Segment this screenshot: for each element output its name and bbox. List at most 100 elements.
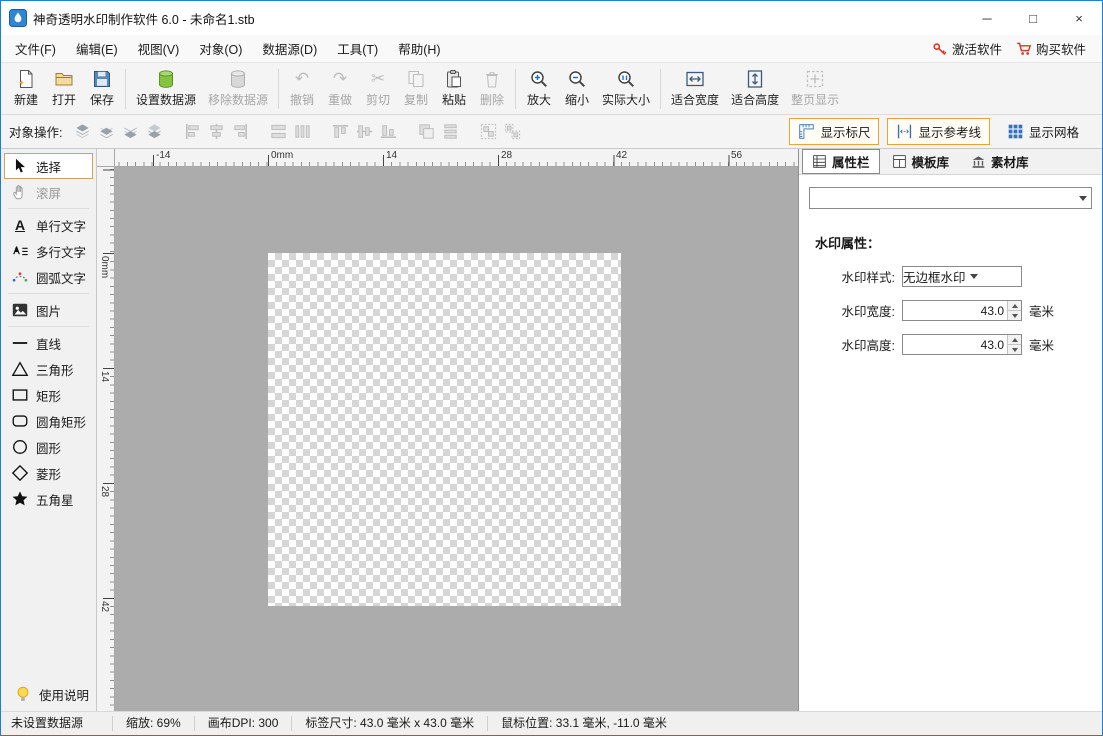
group-icon[interactable] bbox=[476, 120, 500, 144]
actual-size-button[interactable]: 实际大小 bbox=[596, 66, 656, 112]
tool-pan[interactable]: 滚屏 bbox=[4, 179, 93, 205]
delete-button[interactable]: 删除 bbox=[473, 66, 511, 112]
ruler-corner bbox=[97, 149, 115, 167]
toolbar-separator bbox=[278, 69, 279, 109]
ruler-label: 56 bbox=[731, 150, 742, 161]
watermark-width-spinner[interactable]: 43.0 bbox=[902, 300, 1022, 321]
paste-button[interactable]: 粘贴 bbox=[435, 66, 473, 112]
purchase-software-link[interactable]: 购买软件 bbox=[1016, 39, 1086, 58]
full-page-button[interactable]: 整页显示 bbox=[785, 66, 845, 112]
tab-properties[interactable]: 属性栏 bbox=[802, 149, 880, 174]
toolbox-separator bbox=[8, 208, 89, 209]
tool-single-line-text[interactable]: A 单行文字 bbox=[4, 212, 93, 238]
tool-diamond[interactable]: 菱形 bbox=[4, 460, 93, 486]
layer-down-icon[interactable] bbox=[118, 120, 142, 144]
align-center-horizontal-icon[interactable] bbox=[204, 120, 228, 144]
zoom-out-icon bbox=[567, 69, 587, 89]
distribute-vertical-icon[interactable] bbox=[438, 120, 462, 144]
menu-file[interactable]: 文件(F) bbox=[5, 35, 66, 62]
maximize-button[interactable]: □ bbox=[1010, 1, 1056, 35]
layer-bottom-icon[interactable] bbox=[142, 120, 166, 144]
single-text-icon: A bbox=[10, 215, 30, 235]
watermark-width-row: 水印宽度: 43.0 毫米 bbox=[809, 300, 1092, 321]
show-grid-toggle[interactable]: 显示网格 bbox=[998, 118, 1088, 145]
menu-object[interactable]: 对象(O) bbox=[189, 35, 252, 62]
tool-line[interactable]: 直线 bbox=[4, 330, 93, 356]
open-folder-icon bbox=[54, 69, 74, 89]
tool-image[interactable]: 图片 bbox=[4, 297, 93, 323]
chevron-down-icon[interactable] bbox=[1074, 188, 1091, 208]
activate-software-link[interactable]: 激活软件 bbox=[932, 39, 1002, 58]
watermark-artboard[interactable] bbox=[268, 253, 621, 606]
watermark-height-spinner[interactable]: 43.0 bbox=[902, 334, 1022, 355]
show-ruler-toggle[interactable]: 显示标尺 bbox=[789, 118, 879, 145]
fit-height-button[interactable]: 适合高度 bbox=[725, 66, 785, 112]
set-datasource-button[interactable]: 设置数据源 bbox=[130, 66, 202, 112]
remove-datasource-button[interactable]: 移除数据源 bbox=[202, 66, 274, 112]
show-guides-toggle[interactable]: 显示参考线 bbox=[887, 118, 990, 145]
object-selector-combobox[interactable] bbox=[809, 187, 1092, 209]
align-right-icon[interactable] bbox=[228, 120, 252, 144]
align-left-icon[interactable] bbox=[180, 120, 204, 144]
width-value[interactable]: 43.0 bbox=[903, 301, 1007, 320]
tool-select[interactable]: 选择 bbox=[4, 153, 93, 179]
copy-button[interactable]: 复制 bbox=[397, 66, 435, 112]
menu-help[interactable]: 帮助(H) bbox=[388, 35, 450, 62]
undo-button[interactable]: ↶ 撤销 bbox=[283, 66, 321, 112]
spin-down-button[interactable] bbox=[1008, 345, 1021, 354]
status-dpi: 画布DPI: 300 bbox=[195, 716, 293, 731]
tab-templates[interactable]: 模板库 bbox=[882, 149, 960, 174]
tool-rounded-rectangle[interactable]: 圆角矩形 bbox=[4, 408, 93, 434]
distribute-horizontal-icon[interactable] bbox=[290, 120, 314, 144]
grid-icon bbox=[1007, 123, 1024, 140]
tool-arc-text[interactable]: 圆弧文字 bbox=[4, 264, 93, 290]
zoom-out-button[interactable]: 缩小 bbox=[558, 66, 596, 112]
menu-datasource[interactable]: 数据源(D) bbox=[252, 35, 327, 62]
ungroup-icon[interactable] bbox=[500, 120, 524, 144]
ruler-label: -14 bbox=[156, 150, 170, 161]
canvas[interactable] bbox=[115, 167, 798, 711]
ruler-major-ticks bbox=[115, 155, 798, 166]
watermark-style-dropdown[interactable]: 无边框水印 bbox=[902, 266, 1022, 287]
clipboard-paste-icon bbox=[444, 69, 464, 89]
template-icon bbox=[892, 154, 907, 169]
object-operations-label: 对象操作: bbox=[9, 122, 62, 141]
same-size-icon[interactable] bbox=[414, 120, 438, 144]
align-middle-icon[interactable] bbox=[352, 120, 376, 144]
minimize-button[interactable]: ─ bbox=[964, 1, 1010, 35]
align-bottom-icon[interactable] bbox=[376, 120, 400, 144]
tool-multi-line-text[interactable]: 多行文字 bbox=[4, 238, 93, 264]
tool-star[interactable]: 五角星 bbox=[4, 486, 93, 512]
tool-rectangle[interactable]: 矩形 bbox=[4, 382, 93, 408]
horizontal-ruler: -14 0mm 14 28 42 56 bbox=[115, 149, 798, 167]
canvas-area: -14 0mm 14 28 42 56 0mm 14 28 42 bbox=[97, 149, 798, 711]
help-button[interactable]: 使用说明 bbox=[7, 681, 90, 707]
spin-up-button[interactable] bbox=[1008, 301, 1021, 311]
status-datasource: 未设置数据源 bbox=[1, 716, 113, 731]
new-button[interactable]: 新建 bbox=[7, 66, 45, 112]
align-top-icon[interactable] bbox=[328, 120, 352, 144]
menu-tools[interactable]: 工具(T) bbox=[327, 35, 388, 62]
cut-button[interactable]: ✂ 剪切 bbox=[359, 66, 397, 112]
width-unit: 毫米 bbox=[1029, 301, 1054, 320]
height-value[interactable]: 43.0 bbox=[903, 335, 1007, 354]
chevron-down-icon[interactable] bbox=[966, 267, 983, 286]
save-button[interactable]: 保存 bbox=[83, 66, 121, 112]
height-label: 水印高度: bbox=[809, 335, 895, 354]
menu-view[interactable]: 视图(V) bbox=[128, 35, 190, 62]
tool-triangle[interactable]: 三角形 bbox=[4, 356, 93, 382]
zoom-in-button[interactable]: 放大 bbox=[520, 66, 558, 112]
menu-edit[interactable]: 编辑(E) bbox=[66, 35, 128, 62]
equal-width-icon[interactable] bbox=[266, 120, 290, 144]
tool-circle[interactable]: 圆形 bbox=[4, 434, 93, 460]
open-button[interactable]: 打开 bbox=[45, 66, 83, 112]
fit-width-button[interactable]: 适合宽度 bbox=[665, 66, 725, 112]
redo-button[interactable]: ↷ 重做 bbox=[321, 66, 359, 112]
close-button[interactable]: × bbox=[1056, 1, 1102, 35]
layer-up-icon[interactable] bbox=[94, 120, 118, 144]
layer-top-icon[interactable] bbox=[70, 120, 94, 144]
tab-materials[interactable]: 素材库 bbox=[961, 149, 1039, 174]
actual-size-icon bbox=[616, 69, 636, 89]
spin-up-button[interactable] bbox=[1008, 335, 1021, 345]
spin-down-button[interactable] bbox=[1008, 311, 1021, 320]
